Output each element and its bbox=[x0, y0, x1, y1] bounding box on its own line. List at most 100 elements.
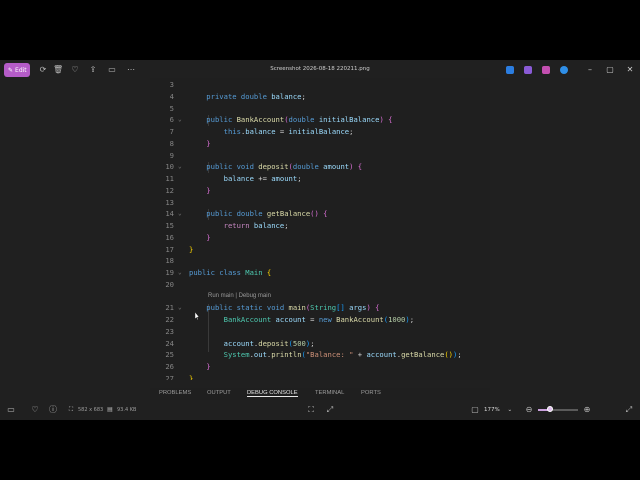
code-token: args bbox=[349, 303, 367, 313]
line-number: 23 bbox=[165, 326, 174, 336]
onedrive-app-icon[interactable] bbox=[560, 66, 568, 74]
code-token: Main bbox=[245, 268, 263, 277]
code-line: 12 } bbox=[150, 185, 490, 196]
line-number: 19 bbox=[165, 268, 174, 277]
code-token: double bbox=[292, 162, 324, 172]
fit-to-window-icon[interactable]: ⛶ bbox=[306, 405, 316, 415]
clipchamp-app-icon[interactable] bbox=[524, 66, 532, 74]
code-token: ; bbox=[457, 350, 462, 360]
expand-icon[interactable]: ⤢ bbox=[624, 405, 634, 415]
code-token: ; bbox=[310, 338, 315, 348]
minimize-icon[interactable]: – bbox=[584, 64, 596, 76]
code-text: } bbox=[189, 138, 210, 149]
code-text: public class Main { bbox=[189, 267, 271, 278]
code-token: ; bbox=[349, 127, 354, 136]
code-line: 17} bbox=[150, 244, 490, 255]
code-token: new bbox=[318, 315, 337, 324]
panel-tab-bar: PROBLEMS OUTPUT DEBUG CONSOLE TERMINAL P… bbox=[150, 388, 490, 400]
codelens-run-debug: Run main | Debug main bbox=[208, 292, 271, 299]
code-token: String bbox=[310, 303, 337, 313]
code-token: { bbox=[388, 115, 393, 125]
code-token: initialBalance bbox=[288, 127, 350, 136]
designer-app-icon[interactable] bbox=[542, 66, 550, 74]
maximize-icon[interactable]: ▢ bbox=[604, 64, 616, 76]
code-token: { bbox=[357, 162, 363, 172]
code-text: } bbox=[189, 244, 193, 255]
status-bar: ▭ ♡ ⓘ ⛶ 582 x 683 ▤ 93.4 KB ⛶ ⤢ ▢ 177% ⌄… bbox=[0, 400, 640, 420]
code-line: 6 ⌄ public BankAccount(double initialBala… bbox=[150, 114, 490, 125]
line-number: 24 bbox=[165, 338, 174, 348]
code-text: account.deposit(500); bbox=[189, 338, 315, 349]
code-token: = bbox=[305, 315, 319, 324]
code-text: return balance; bbox=[189, 220, 289, 231]
line-number: 26 bbox=[165, 362, 174, 371]
dimensions-icon: ⛶ bbox=[68, 406, 74, 413]
line-number: 17 bbox=[165, 244, 174, 254]
code-text: this.balance = initialBalance; bbox=[189, 126, 354, 137]
code-text: public double getBalance() { bbox=[189, 208, 327, 219]
photos-viewer-window: ✎ Edit ⟳ 🗑 ♡ ⇪ ▭ ⋯ Screenshot 2026-08-18… bbox=[0, 60, 640, 420]
code-token: { bbox=[266, 268, 272, 277]
line-number: 25 bbox=[165, 350, 174, 360]
line-number: 13 bbox=[165, 197, 174, 207]
code-text: public static void main(String[] args) { bbox=[189, 302, 379, 313]
code-line: 5 bbox=[150, 103, 490, 114]
code-token: } bbox=[189, 373, 194, 380]
code-line: 20 bbox=[150, 279, 490, 290]
code-token: ; bbox=[284, 221, 289, 230]
zoom-slider-handle[interactable] bbox=[547, 406, 553, 412]
filmstrip-icon[interactable]: ▭ bbox=[6, 405, 16, 415]
code-token: + bbox=[353, 350, 367, 360]
fold-chevron-icon: ⌄ bbox=[178, 163, 182, 171]
code-token: private double bbox=[189, 91, 272, 101]
code-line: 15 return balance; bbox=[150, 220, 490, 231]
favorite-icon[interactable]: ♡ bbox=[30, 405, 40, 415]
code-token: public bbox=[189, 115, 237, 125]
code-token: 1000 bbox=[388, 315, 406, 324]
line-number: 16 bbox=[165, 232, 174, 242]
zoom-slider[interactable] bbox=[538, 406, 578, 412]
code-line: 23 bbox=[150, 326, 490, 337]
code-text: } bbox=[189, 232, 210, 243]
zoom-in-icon[interactable]: ⊕ bbox=[582, 405, 592, 415]
close-icon[interactable]: ✕ bbox=[624, 64, 636, 76]
code-token: balance bbox=[245, 127, 276, 136]
code-token: BankAccount bbox=[336, 315, 384, 324]
code-line: 8 } bbox=[150, 138, 490, 149]
zoom-out-icon[interactable]: ⊖ bbox=[524, 405, 534, 415]
code-token: += bbox=[253, 174, 272, 183]
code-text: } bbox=[189, 373, 193, 380]
tab-terminal: TERMINAL bbox=[315, 390, 345, 396]
code-token: amount bbox=[323, 162, 350, 172]
fullscreen-icon[interactable]: ▢ bbox=[470, 405, 480, 415]
title-bar: ✎ Edit ⟳ 🗑 ♡ ⇪ ▭ ⋯ Screenshot 2026-08-18… bbox=[0, 60, 640, 80]
code-token: } bbox=[189, 362, 211, 371]
code-line: 25 System.out.println("Balance: " + acco… bbox=[150, 349, 490, 360]
line-number: 3 bbox=[169, 80, 174, 89]
code-line: 7 this.balance = initialBalance; bbox=[150, 126, 490, 137]
code-token: ; bbox=[409, 315, 415, 324]
code-token: () bbox=[444, 350, 454, 360]
code-line: 18 bbox=[150, 255, 490, 266]
line-number: 5 bbox=[169, 103, 174, 113]
line-number: 15 bbox=[165, 221, 174, 230]
zoom-select[interactable]: 177% ⌄ bbox=[484, 405, 518, 415]
code-line: 4 private double balance; bbox=[150, 91, 490, 102]
line-number: 9 bbox=[169, 150, 174, 160]
mouse-cursor-icon bbox=[195, 312, 199, 320]
code-token: BankAccount bbox=[236, 115, 285, 125]
code-line: 11 balance += amount; bbox=[150, 173, 490, 184]
actual-size-icon[interactable]: ⤢ bbox=[325, 405, 335, 415]
code-token: getBalance bbox=[401, 350, 445, 360]
info-icon[interactable]: ⓘ bbox=[48, 405, 58, 415]
code-token: initialBalance bbox=[318, 115, 380, 125]
code-token: } bbox=[189, 244, 194, 254]
code-line: 27} bbox=[150, 373, 490, 380]
code-token: System bbox=[189, 350, 250, 360]
code-token: public void bbox=[189, 162, 259, 172]
paint-app-icon[interactable] bbox=[506, 66, 514, 74]
code-token: return bbox=[189, 221, 254, 230]
line-number: 8 bbox=[169, 138, 174, 148]
code-token: deposit bbox=[258, 162, 289, 172]
code-line: 19 ⌄ public class Main { bbox=[150, 267, 490, 278]
